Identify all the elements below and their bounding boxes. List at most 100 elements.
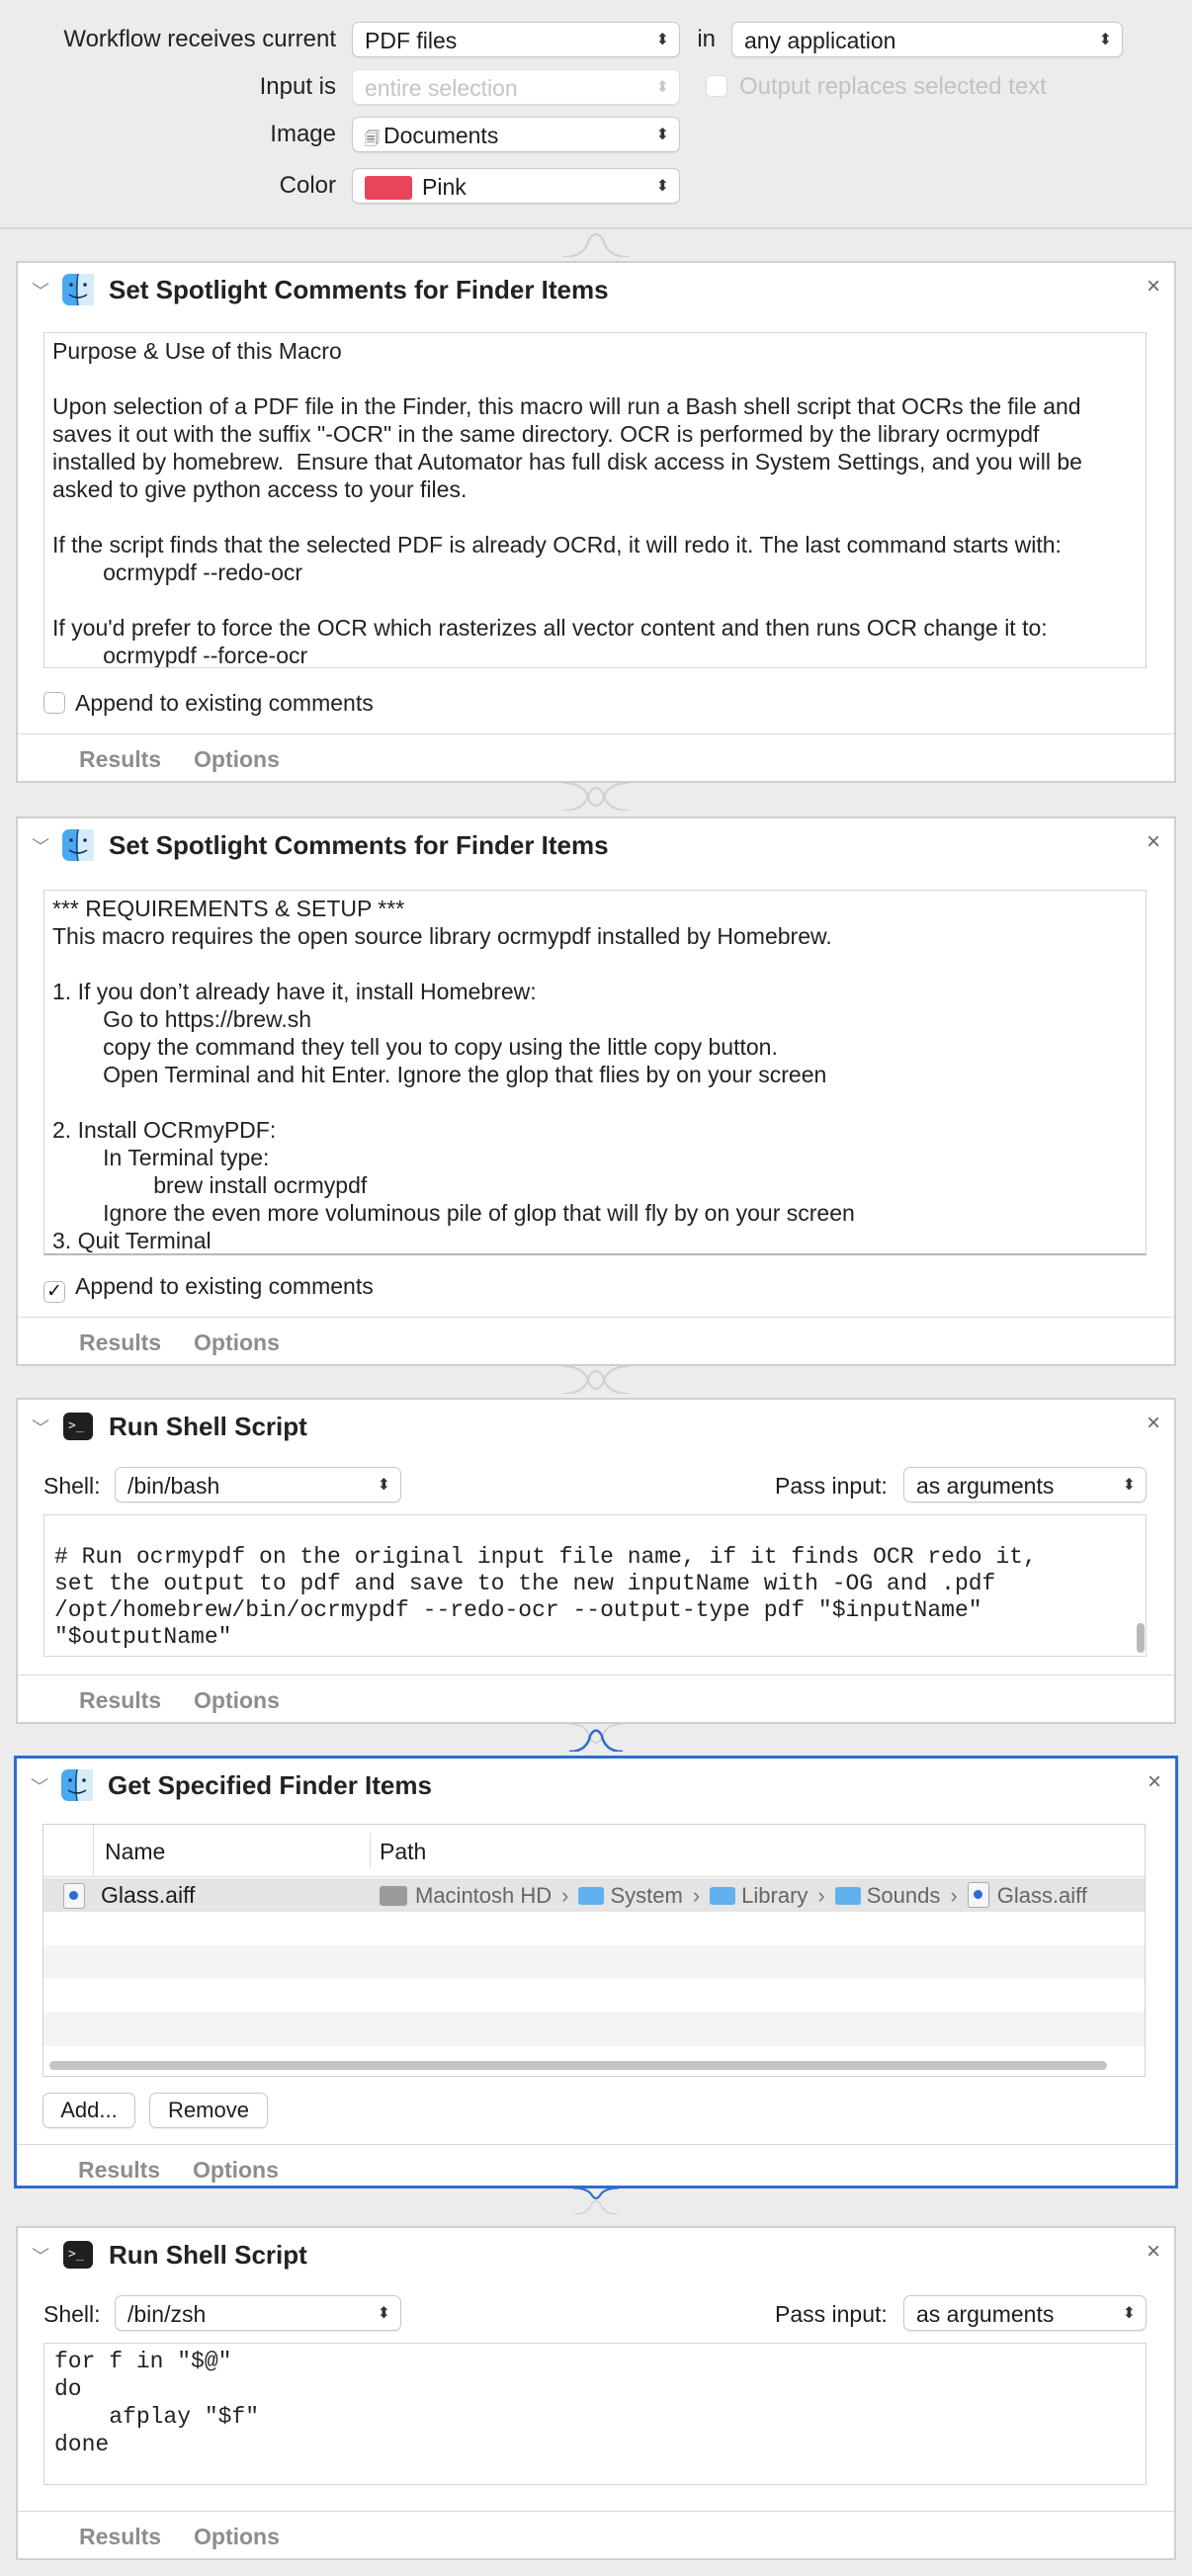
application-value: any application [744, 28, 896, 53]
hard-drive-icon [380, 1886, 407, 1906]
column-header-name[interactable]: Name [105, 1839, 165, 1865]
close-icon[interactable]: × [1147, 273, 1160, 301]
add-item-button[interactable]: Add... [43, 2093, 135, 2128]
action-title: Run Shell Script [109, 2240, 307, 2270]
action-get-specified-finder-items[interactable]: ﹀ Get Specified Finder Items × Name Path… [14, 1756, 1178, 2189]
action-connector [563, 233, 629, 257]
finder-icon [61, 1768, 93, 1802]
script-scrollbar[interactable] [1137, 1623, 1145, 1653]
pass-input-value: as arguments [916, 2301, 1055, 2327]
chevron-up-down-icon: ⬍ [377, 1477, 390, 1494]
action-run-shell-script-1[interactable]: ﹀ >_ Run Shell Script × Shell: /bin/bash… [16, 1398, 1176, 1724]
path-segment: Macintosh HD [415, 1883, 553, 1908]
spotlight-comments-field[interactable]: *** REQUIREMENTS & SETUP *** This macro … [43, 890, 1147, 1255]
chevron-up-down-icon: ⬍ [655, 32, 669, 48]
action-header: ﹀ >_ Run Shell Script × [18, 2228, 1174, 2285]
action-header: ﹀ Set Spotlight Comments for Finder Item… [18, 818, 1174, 876]
action-footer: Results Options [18, 1674, 1174, 1725]
audio-file-icon [63, 1883, 85, 1909]
shell-popup[interactable]: /bin/bash ⬍ [115, 1467, 401, 1503]
append-checkbox[interactable] [43, 692, 65, 714]
table-row-empty [43, 1979, 1145, 2013]
options-tab[interactable]: Options [194, 746, 280, 773]
close-icon[interactable]: × [1147, 1410, 1160, 1437]
action-header: ﹀ Get Specified Finder Items × [17, 1759, 1175, 1816]
workflow-input-type-popup[interactable]: PDF files ⬍ [352, 22, 680, 57]
append-label: Append to existing comments [75, 690, 374, 716]
spotlight-comments-field[interactable]: Purpose & Use of this Macro Upon selecti… [43, 332, 1147, 668]
chevron-up-down-icon: ⬍ [1122, 1477, 1136, 1494]
options-tab[interactable]: Options [194, 1687, 280, 1714]
pass-input-popup[interactable]: as arguments ⬍ [903, 2295, 1147, 2331]
results-tab[interactable]: Results [79, 746, 161, 773]
output-replaces-checkbox [706, 75, 727, 97]
input-is-value: entire selection [365, 75, 518, 101]
documents-icon: 🗐 [365, 130, 380, 147]
shell-popup[interactable]: /bin/zsh ⬍ [115, 2295, 401, 2331]
image-value: Documents [383, 123, 499, 148]
path-segment: System [610, 1883, 683, 1908]
chevron-down-icon[interactable]: ﹀ [32, 833, 49, 859]
append-label: Append to existing comments [75, 1273, 374, 1299]
shell-value: /bin/bash [128, 1473, 220, 1499]
shell-value: /bin/zsh [128, 2301, 207, 2327]
action-footer: Results Options [18, 1317, 1174, 1367]
chevron-up-down-icon: ⬍ [1122, 2305, 1136, 2322]
path-separator-icon: › [950, 1883, 958, 1908]
action-footer: Results Options [18, 733, 1174, 784]
close-icon[interactable]: × [1147, 2238, 1160, 2266]
pass-input-label: Pass input: [775, 1473, 888, 1499]
shell-label: Shell: [43, 1473, 101, 1499]
action-title: Set Spotlight Comments for Finder Items [109, 275, 609, 304]
image-popup[interactable]: 🗐 Documents ⬍ [352, 117, 680, 152]
audio-file-icon [967, 1882, 989, 1908]
remove-item-button[interactable]: Remove [149, 2093, 268, 2128]
chevron-down-icon[interactable]: ﹀ [31, 1773, 48, 1799]
action-title: Set Spotlight Comments for Finder Items [109, 830, 609, 860]
close-icon[interactable]: × [1147, 828, 1160, 856]
color-popup[interactable]: Pink ⬍ [352, 168, 680, 204]
options-tab[interactable]: Options [194, 2524, 280, 2550]
color-value: Pink [422, 174, 467, 200]
color-swatch [365, 176, 412, 200]
action-run-shell-script-2[interactable]: ﹀ >_ Run Shell Script × Shell: /bin/zsh … [16, 2226, 1176, 2560]
action-header: ﹀ Set Spotlight Comments for Finder Item… [18, 263, 1174, 320]
shell-options-row: Shell: /bin/bash ⬍ Pass input: as argume… [43, 1467, 1147, 1504]
pass-input-popup[interactable]: as arguments ⬍ [903, 1467, 1147, 1503]
action-header: ﹀ >_ Run Shell Script × [18, 1400, 1174, 1457]
item-path: Macintosh HD › System › Library › Sounds › Glass… [380, 1882, 1087, 1909]
shell-options-row: Shell: /bin/zsh ⬍ Pass input: as argumen… [43, 2295, 1147, 2333]
path-segment: Library [741, 1883, 809, 1908]
pass-input-label: Pass input: [775, 2301, 888, 2327]
options-tab[interactable]: Options [193, 2157, 279, 2184]
close-icon[interactable]: × [1148, 1768, 1161, 1796]
workflow-receives-label: Workflow receives current [63, 26, 336, 52]
finder-icon [62, 273, 94, 306]
results-tab[interactable]: Results [79, 1687, 161, 1714]
table-header: Name Path [43, 1825, 1145, 1877]
chevron-up-down-icon: ⬍ [1098, 32, 1112, 48]
table-row[interactable]: Glass.aiff Macintosh HD › System › Library › S… [43, 1878, 1145, 1912]
column-header-path[interactable]: Path [380, 1839, 426, 1865]
application-popup[interactable]: any application ⬍ [731, 22, 1123, 57]
horizontal-scrollbar[interactable] [49, 2061, 1107, 2070]
action-set-spotlight-comments-1[interactable]: ﹀ Set Spotlight Comments for Finder Item… [16, 261, 1176, 783]
chevron-up-down-icon: ⬍ [377, 2305, 390, 2322]
results-tab[interactable]: Results [78, 2157, 160, 2184]
shell-script-editor[interactable]: # Run ocrmypdf on the original input fil… [43, 1514, 1147, 1657]
chevron-down-icon[interactable]: ﹀ [32, 278, 49, 303]
terminal-icon: >_ [63, 1413, 93, 1440]
finder-items-table[interactable]: Name Path Glass.aiff Macintosh HD › System… [43, 1824, 1146, 2077]
path-separator-icon: › [561, 1883, 569, 1908]
table-row-empty [43, 1945, 1145, 1979]
chevron-down-icon[interactable]: ﹀ [32, 1415, 49, 1440]
chevron-down-icon[interactable]: ﹀ [32, 2243, 49, 2269]
results-tab[interactable]: Results [79, 1330, 161, 1356]
chevron-up-down-icon: ⬍ [655, 178, 669, 195]
finder-icon [62, 828, 94, 862]
shell-script-editor[interactable]: for f in "$@" do afplay "$f" done [43, 2343, 1147, 2485]
results-tab[interactable]: Results [79, 2524, 161, 2550]
append-checkbox[interactable]: ✓ [43, 1281, 65, 1303]
options-tab[interactable]: Options [194, 1330, 280, 1356]
action-set-spotlight-comments-2[interactable]: ﹀ Set Spotlight Comments for Finder Item… [16, 816, 1176, 1366]
